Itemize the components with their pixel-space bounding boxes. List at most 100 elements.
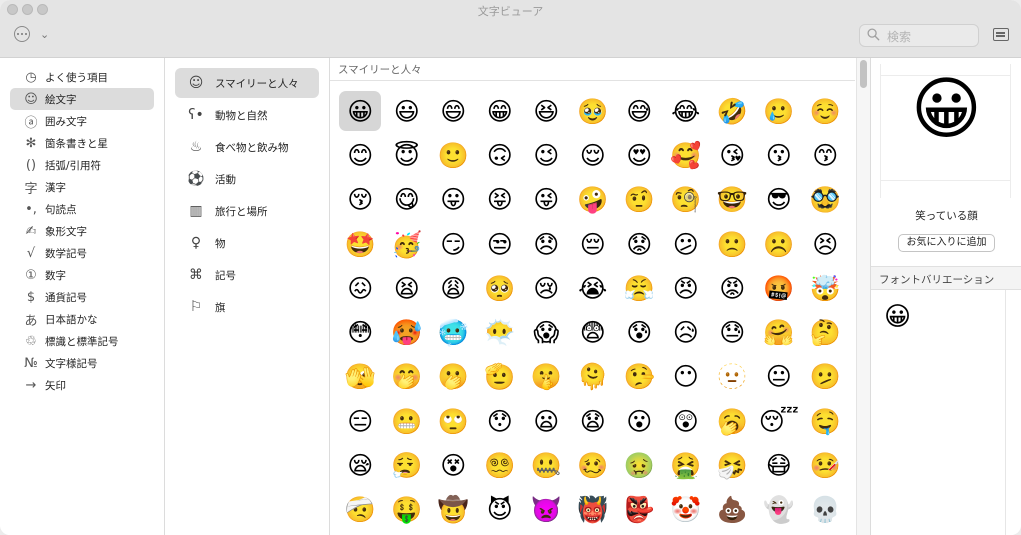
scrollbar-thumb[interactable] [860, 60, 867, 88]
emoji-cell[interactable]: 😉 [523, 133, 570, 177]
emoji-cell[interactable]: 🤯 [802, 266, 849, 310]
emoji-cell[interactable]: 😞 [523, 222, 570, 266]
emoji-cell[interactable]: 😈 [477, 488, 524, 532]
emoji-cell[interactable]: 😱 [523, 310, 570, 354]
emoji-cell[interactable]: 💩 [709, 488, 756, 532]
scrollbar[interactable] [856, 58, 870, 535]
sidebar-item[interactable]: () 括弧/引用符 [10, 154, 154, 176]
emoji-cell[interactable]: 😚 [337, 178, 384, 222]
emoji-cell[interactable]: 🤧 [709, 443, 756, 487]
emoji-cell[interactable]: 🫤 [802, 355, 849, 399]
emoji-cell[interactable]: 😍 [616, 133, 663, 177]
emoji-cell[interactable]: 🫡 [477, 355, 524, 399]
emoji-cell[interactable]: 🤑 [384, 488, 431, 532]
emoji-cell[interactable]: 🤗 [756, 310, 803, 354]
emoji-cell[interactable]: 😘 [709, 133, 756, 177]
sidebar-item[interactable]: ✍ 象形文字 [10, 220, 154, 242]
emoji-cell[interactable]: 😂 [663, 89, 710, 133]
emoji-cell[interactable]: 😝 [477, 178, 524, 222]
sidebar-item[interactable]: 字漢字 [10, 176, 154, 198]
sidebar-item[interactable]: → 矢印 [10, 374, 154, 396]
sidebar-item[interactable]: •, 句読点 [10, 198, 154, 220]
sidebar-item[interactable]: √ 数学記号 [10, 242, 154, 264]
sidebar-item[interactable]: № 文字様記号 [10, 352, 154, 374]
emoji-cell[interactable]: 🤡 [663, 488, 710, 532]
sidebar-toggle-icon[interactable] [993, 28, 1009, 41]
emoji-cell[interactable]: 🤓 [709, 178, 756, 222]
emoji-cell[interactable]: 🤪 [570, 178, 617, 222]
emoji-cell[interactable]: 😊 [337, 133, 384, 177]
emoji-cell[interactable]: 🫢 [430, 355, 477, 399]
emoji-cell[interactable]: 😧 [570, 399, 617, 443]
emoji-cell[interactable]: 🤤 [802, 399, 849, 443]
emoji-cell[interactable]: 😁 [477, 89, 524, 133]
emoji-cell[interactable]: 🤣 [709, 89, 756, 133]
emoji-cell[interactable]: 🙁 [709, 222, 756, 266]
sidebar-item[interactable]: $ 通貨記号 [10, 286, 154, 308]
emoji-cell[interactable]: 😪 [337, 443, 384, 487]
emoji-cell[interactable]: 🫣 [337, 355, 384, 399]
emoji-category-item[interactable]: ♀ 物 [175, 228, 319, 258]
emoji-cell[interactable]: 😶‍🌫️ [477, 310, 524, 354]
chevron-down-icon[interactable]: ⌄ [40, 28, 49, 41]
emoji-category-item[interactable]: ☺ スマイリーと人々 [175, 68, 319, 98]
emoji-cell[interactable]: 🧐 [663, 178, 710, 222]
emoji-cell[interactable]: 😢 [523, 266, 570, 310]
emoji-cell[interactable]: 🤮 [663, 443, 710, 487]
emoji-cell[interactable]: 🤫 [523, 355, 570, 399]
emoji-cell[interactable]: 😖 [337, 266, 384, 310]
emoji-cell[interactable]: 😡 [709, 266, 756, 310]
emoji-cell[interactable]: 😔 [570, 222, 617, 266]
emoji-cell[interactable]: 😆 [523, 89, 570, 133]
emoji-cell[interactable]: 🥺 [477, 266, 524, 310]
emoji-cell[interactable]: 👻 [756, 488, 803, 532]
emoji-cell[interactable]: 😌 [570, 133, 617, 177]
emoji-cell[interactable]: 🤩 [337, 222, 384, 266]
emoji-cell[interactable]: 🤠 [430, 488, 477, 532]
emoji-cell[interactable]: 💀 [802, 488, 849, 532]
emoji-cell[interactable]: 🥰 [663, 133, 710, 177]
emoji-cell[interactable]: 👹 [570, 488, 617, 532]
emoji-cell[interactable]: 🤨 [616, 178, 663, 222]
emoji-cell[interactable]: 🥳 [384, 222, 431, 266]
emoji-cell[interactable]: 🤕 [337, 488, 384, 532]
emoji-cell[interactable]: 😛 [430, 178, 477, 222]
emoji-category-item[interactable]: ⚐ 旗 [175, 292, 319, 322]
emoji-cell[interactable]: 😄 [430, 89, 477, 133]
sidebar-item[interactable]: ☺ 絵文字 [10, 88, 154, 110]
emoji-cell[interactable]: 🙂 [430, 133, 477, 177]
font-variation-item[interactable]: 😀 [884, 304, 911, 330]
emoji-cell[interactable]: 😕 [663, 222, 710, 266]
emoji-cell[interactable]: 👺 [616, 488, 663, 532]
emoji-cell[interactable]: 😏 [430, 222, 477, 266]
emoji-cell[interactable]: 🤢 [616, 443, 663, 487]
emoji-cell[interactable]: 😵‍💫 [477, 443, 524, 487]
emoji-cell[interactable]: 😴 [756, 399, 803, 443]
emoji-cell[interactable]: 🥶 [430, 310, 477, 354]
emoji-cell[interactable]: 😅 [616, 89, 663, 133]
emoji-cell[interactable]: 😮 [616, 399, 663, 443]
emoji-cell[interactable]: 😎 [756, 178, 803, 222]
emoji-cell[interactable]: 🙃 [477, 133, 524, 177]
emoji-cell[interactable]: 🥱 [709, 399, 756, 443]
emoji-cell[interactable]: 🥹 [570, 89, 617, 133]
emoji-cell[interactable]: 🤬 [756, 266, 803, 310]
emoji-category-item[interactable]: ʕ• 動物と自然 [175, 100, 319, 130]
emoji-cell[interactable]: 😑 [337, 399, 384, 443]
emoji-cell[interactable]: 😰 [616, 310, 663, 354]
emoji-cell[interactable]: 🤔 [802, 310, 849, 354]
sidebar-item[interactable]: ♲ 標識と標準記号 [10, 330, 154, 352]
emoji-cell[interactable]: 😨 [570, 310, 617, 354]
emoji-cell[interactable]: 😓 [709, 310, 756, 354]
emoji-cell[interactable]: 😒 [477, 222, 524, 266]
emoji-cell[interactable]: 🥲 [756, 89, 803, 133]
emoji-cell[interactable]: 😯 [477, 399, 524, 443]
emoji-cell[interactable]: 😳 [337, 310, 384, 354]
emoji-cell[interactable]: 😙 [802, 133, 849, 177]
emoji-category-item[interactable]: ⌘ 記号 [175, 260, 319, 290]
emoji-cell[interactable]: 🥸 [802, 178, 849, 222]
emoji-cell[interactable]: 😠 [663, 266, 710, 310]
add-to-favorites-button[interactable]: お気に入りに追加 [898, 234, 995, 252]
emoji-cell[interactable]: ☹️ [756, 222, 803, 266]
emoji-cell[interactable]: 🥵 [384, 310, 431, 354]
